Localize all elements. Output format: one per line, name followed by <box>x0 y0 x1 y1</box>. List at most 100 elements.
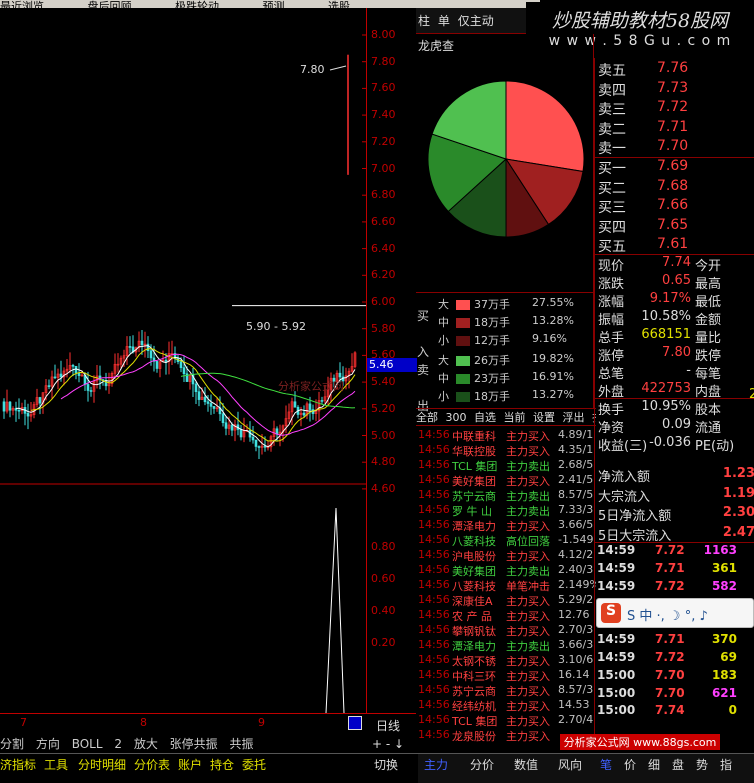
alert-action: 主力买入 <box>506 550 550 563</box>
alert-time: 14:56 <box>418 443 450 456</box>
tab-values[interactable]: 数值 <box>514 756 538 773</box>
alert-list[interactable]: 14:56 中联重科 主力买入 4.89/1 14:56 华联控股 主力买入 4.35/1 14… <box>416 428 596 746</box>
zoom-controls[interactable]: + - ↓ <box>366 735 416 753</box>
alert-action: 主力买入 <box>506 430 550 443</box>
alert-row[interactable]: 14:56 华联控股 主力买入 4.35/1 <box>416 443 596 458</box>
alert-row[interactable]: 14:56 中联重科 主力买入 4.89/1 <box>416 428 596 443</box>
scroll-button[interactable] <box>348 716 362 730</box>
tab-index[interactable]: 指 <box>720 756 732 773</box>
ad-banner[interactable]: 分析家公式网 www.88gs.com <box>560 734 720 750</box>
filter-settings[interactable]: 设置 <box>533 411 555 424</box>
quote-row: 振幅 10.58% 金额 <box>595 309 754 328</box>
menu-rotation[interactable]: 极跌轮动 <box>175 0 219 8</box>
menu-recent[interactable]: 最近浏览 <box>0 0 44 8</box>
filter-float[interactable]: 浮出 <box>563 411 585 424</box>
alert-row[interactable]: 14:56 中科三环 主力买入 16.14 <box>416 668 596 683</box>
btn-position[interactable]: 持仓 <box>210 756 234 773</box>
volume-tick: 0.40 <box>371 604 396 617</box>
candle-body <box>194 383 198 392</box>
price-tick: 6.80 <box>371 188 396 202</box>
alert-row[interactable]: 14:56 深康佳A 主力买入 5.29/2 <box>416 593 596 608</box>
alert-value: 8.57/3 <box>558 683 594 696</box>
alert-time: 14:56 <box>418 518 450 531</box>
btn-time-detail[interactable]: 分时明细 <box>78 756 126 773</box>
alert-action: 主力买入 <box>506 625 550 638</box>
btn-indicator[interactable]: 济指标 <box>0 756 36 773</box>
tab-single[interactable]: 单 <box>436 8 452 33</box>
tab-price-dist[interactable]: 分价 <box>470 756 494 773</box>
ind-resonance-limit[interactable]: 张停共振 <box>170 737 218 751</box>
tab-active[interactable]: 仅主动 <box>456 8 496 33</box>
range-label: 5.90 - 5.92 <box>246 320 306 333</box>
alert-row[interactable]: 14:56 TCL 集团 主力买入 2.70/4 <box>416 713 596 728</box>
ime-toolbar[interactable]: S S 中 ·, ☽ °, ♪ <box>596 598 754 628</box>
kline-chart-area[interactable]: 7.80 5.90 - 5.92 分析家公式网 <box>0 8 366 714</box>
ind-boll[interactable]: BOLL <box>72 737 103 751</box>
alert-stock: 罗 牛 山 <box>452 505 492 518</box>
fund-size: 小 <box>438 390 449 403</box>
candle-body <box>38 397 42 404</box>
ind-resonance[interactable]: 共振 <box>230 737 254 751</box>
alert-stock: 美好集团 <box>452 565 496 578</box>
tick-price: 7.72 <box>655 650 685 664</box>
volume-tick: 0.60 <box>371 572 396 585</box>
ind-zoom[interactable]: 放大 <box>134 737 158 751</box>
alert-row[interactable]: 14:56 攀钢钒钛 主力买入 2.70/3 <box>416 623 596 638</box>
tab-main-force[interactable]: 主力 <box>424 756 448 773</box>
alert-row[interactable]: 14:56 八菱科技 单笔冲击 2.149% <box>416 578 596 593</box>
alert-action: 主力买入 <box>506 700 550 713</box>
btn-switch[interactable]: 切换 <box>374 756 398 773</box>
alert-row[interactable]: 14:56 美好集团 主力卖出 2.40/3 <box>416 563 596 578</box>
alert-row[interactable]: 14:56 罗 牛 山 主力卖出 7.33/3 <box>416 503 596 518</box>
pie-svg <box>427 80 585 238</box>
ask-label: 卖四 <box>598 82 626 99</box>
filter-watchlist[interactable]: 自选 <box>474 411 496 424</box>
btn-order[interactable]: 委托 <box>242 756 266 773</box>
candle-body <box>179 361 183 368</box>
tab-bar[interactable]: 柱 <box>416 8 432 33</box>
btn-price-table[interactable]: 分价表 <box>134 756 170 773</box>
quote-label: 净资 <box>598 421 625 436</box>
filter-300[interactable]: 300 <box>446 411 467 424</box>
ind-direction[interactable]: 方向 <box>36 737 60 751</box>
filter-current[interactable]: 当前 <box>504 411 526 424</box>
alert-row[interactable]: 14:56 沪电股份 主力买入 4.12/2 <box>416 548 596 563</box>
alert-stock: 龙泉股份 <box>452 730 496 743</box>
quote-value: 9.17% <box>649 291 691 306</box>
price-tick: 7.00 <box>371 161 396 175</box>
filter-all[interactable]: 全部 <box>416 411 438 424</box>
alert-row[interactable]: 14:56 太钢不锈 主力买入 3.10/6 <box>416 653 596 668</box>
alert-row[interactable]: 14:56 潭泽电力 主力买入 3.66/5 <box>416 518 596 533</box>
alert-row[interactable]: 14:56 潭泽电力 主力卖出 3.66/3 <box>416 638 596 653</box>
quote-label: 振幅 <box>598 313 625 328</box>
menu-select[interactable]: 选股 <box>328 0 350 8</box>
alert-row[interactable]: 14:56 农 产 品 主力买入 12.76 <box>416 608 596 623</box>
extra-value: 2 <box>749 387 754 402</box>
period-selector[interactable]: 日线 <box>366 713 416 735</box>
tick-volume: 1163 <box>703 543 737 557</box>
alert-row[interactable]: 14:56 八菱科技 高位回落 -1.549 <box>416 533 596 548</box>
btn-account[interactable]: 账户 <box>178 756 202 773</box>
tab-price[interactable]: 价 <box>624 756 636 773</box>
tab-trend[interactable]: 势 <box>696 756 708 773</box>
flow-row: 5日净流入额 2.30 <box>595 505 754 524</box>
ind-2[interactable]: 2 <box>114 737 122 751</box>
tab-book[interactable]: 盘 <box>672 756 684 773</box>
alert-row[interactable]: 14:56 TCL 集团 主力卖出 2.68/5 <box>416 458 596 473</box>
ind-split[interactable]: 分割 <box>0 737 24 751</box>
menu-predict[interactable]: 预测 <box>263 0 285 8</box>
quote-value: -0.036 <box>649 435 691 450</box>
ask-price: 7.71 <box>657 118 689 135</box>
alert-row[interactable]: 14:56 经纬纺机 主力买入 14.53 <box>416 698 596 713</box>
alert-row[interactable]: 14:56 苏宁云商 主力买入 8.57/3 <box>416 683 596 698</box>
tab-detail[interactable]: 细 <box>648 756 660 773</box>
alert-row[interactable]: 14:56 美好集团 主力买入 2.41/5 <box>416 473 596 488</box>
tab-wind[interactable]: 风向 <box>558 756 582 773</box>
menu-review[interactable]: 盘后回顾 <box>88 0 132 8</box>
alert-row[interactable]: 14:56 苏宁云商 主力卖出 8.57/5 <box>416 488 596 503</box>
fund-pct: 19.82% <box>532 352 574 365</box>
tab-tick[interactable]: 笔 <box>600 756 612 773</box>
volume-tick: 0.80 <box>371 540 396 553</box>
quote-value: 422753 <box>641 381 691 396</box>
btn-tools[interactable]: 工具 <box>44 756 68 773</box>
